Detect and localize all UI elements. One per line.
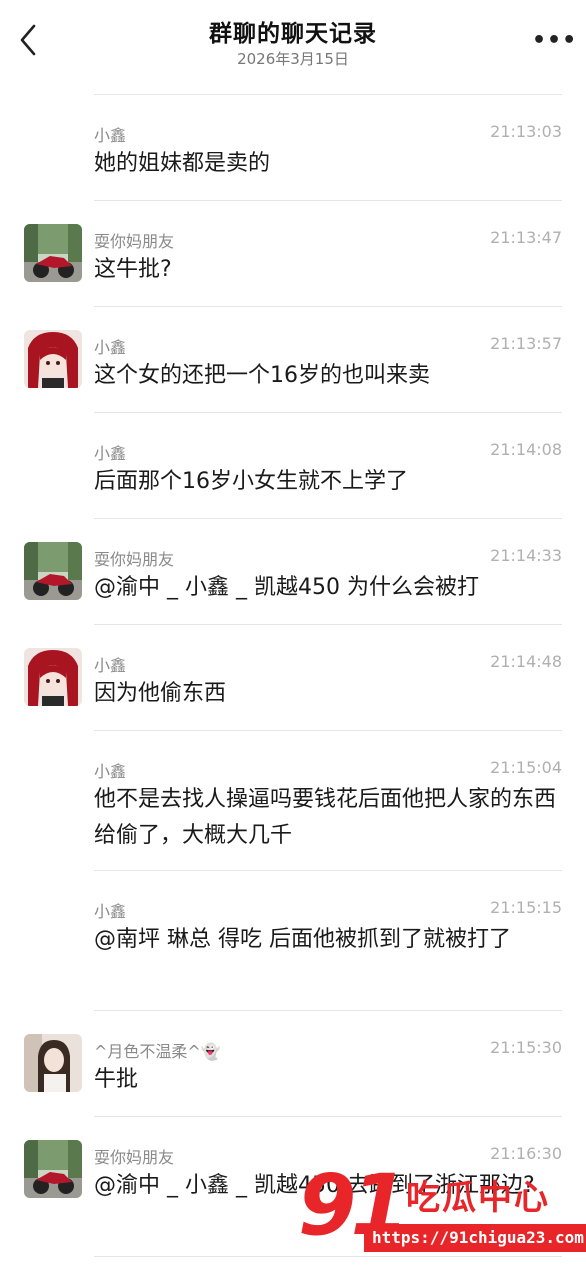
message-time: 21:15:04	[490, 758, 562, 777]
message-text: 牛批	[94, 1067, 139, 1092]
message-time: 21:13:57	[490, 334, 562, 353]
message-sender: 小鑫	[94, 656, 127, 675]
message-text: 她的姐妹都是卖的	[94, 151, 271, 176]
message-time: 21:15:30	[490, 1038, 562, 1057]
message-item[interactable]: 小鑫 21:14:48 因为他偷东西	[0, 646, 586, 732]
message-text: 这个女的还把一个16岁的也叫来卖	[94, 363, 430, 388]
message-time: 21:14:08	[490, 440, 562, 459]
message-sender: 耍你妈朋友	[94, 1148, 175, 1167]
message-item[interactable]: 小鑫 21:15:15 @南坪 琳总 得吃 后面他被抓到了就被打了	[0, 892, 586, 1010]
message-text: @渝中 _ 小鑫 _ 凯越450 为什么会被打	[94, 575, 479, 600]
message-time: 21:14:48	[490, 652, 562, 671]
message-item[interactable]: ^月色不温柔^👻 21:15:30 牛批	[0, 1032, 586, 1118]
message-item[interactable]: 耍你妈朋友 21:13:47 这牛批?	[0, 222, 586, 308]
divider	[94, 94, 562, 95]
message-time: 21:16:30	[490, 1144, 562, 1163]
message-sender: 耍你妈朋友	[94, 232, 175, 251]
message-sender: 小鑫	[94, 444, 127, 463]
divider	[94, 730, 562, 731]
divider	[94, 624, 562, 625]
message-sender: 小鑫	[94, 902, 127, 921]
message-time: 21:13:47	[490, 228, 562, 247]
divider	[94, 1010, 562, 1011]
anime-girl-avatar-icon[interactable]	[24, 648, 82, 706]
message-item[interactable]: 小鑫 21:13:03 她的姐妹都是卖的	[0, 116, 586, 202]
message-time: 21:14:33	[490, 546, 562, 565]
anime-girl-avatar-icon[interactable]	[24, 330, 82, 388]
motorcycle-avatar-icon[interactable]	[24, 542, 82, 600]
divider	[94, 306, 562, 307]
more-options-icon[interactable]: •••	[532, 26, 576, 56]
page-title: 群聊的聊天记录	[209, 21, 377, 47]
divider	[94, 870, 562, 871]
message-text: 这牛批?	[94, 257, 172, 282]
message-item[interactable]: 小鑫 21:13:57 这个女的还把一个16岁的也叫来卖	[0, 328, 586, 414]
message-text: @南坪 琳总 得吃 后面他被抓到了就被打了	[94, 927, 511, 952]
chat-date: 2026年3月15日	[237, 50, 349, 68]
divider	[94, 200, 562, 201]
watermark-brand: 吃瓜中心	[406, 1178, 550, 1218]
message-item[interactable]: 小鑫 21:15:04 他不是去找人操逼吗要钱花后面他把人家的东西给偷了，大概大…	[0, 752, 586, 870]
watermark-url: https://91chigua23.com	[364, 1224, 586, 1252]
message-sender: 小鑫	[94, 338, 127, 357]
message-item[interactable]: 小鑫 21:14:08 后面那个16岁小女生就不上学了	[0, 434, 586, 520]
motorcycle-avatar-icon[interactable]	[24, 224, 82, 282]
message-sender: ^月色不温柔^👻	[94, 1042, 221, 1061]
chat-history-header: 群聊的聊天记录 2026年3月15日 •••	[0, 0, 586, 92]
message-text: 他不是去找人操逼吗要钱花后面他把人家的东西给偷了，大概大几千	[94, 787, 557, 848]
message-sender: 小鑫	[94, 762, 127, 781]
girl-photo-avatar-icon[interactable]	[24, 1034, 82, 1092]
message-item[interactable]: 耍你妈朋友 21:14:33 @渝中 _ 小鑫 _ 凯越450 为什么会被打	[0, 540, 586, 626]
watermark-logo: 91 吃瓜中心 https://91chigua23.com	[298, 1156, 586, 1262]
divider	[94, 412, 562, 413]
message-sender: 耍你妈朋友	[94, 550, 175, 569]
divider	[94, 1116, 562, 1117]
message-sender: 小鑫	[94, 126, 127, 145]
motorcycle-avatar-icon[interactable]	[24, 1140, 82, 1198]
divider	[94, 518, 562, 519]
message-time: 21:13:03	[490, 122, 562, 141]
message-text: 后面那个16岁小女生就不上学了	[94, 469, 408, 494]
message-time: 21:15:15	[490, 898, 562, 917]
message-text: 因为他偷东西	[94, 681, 227, 706]
